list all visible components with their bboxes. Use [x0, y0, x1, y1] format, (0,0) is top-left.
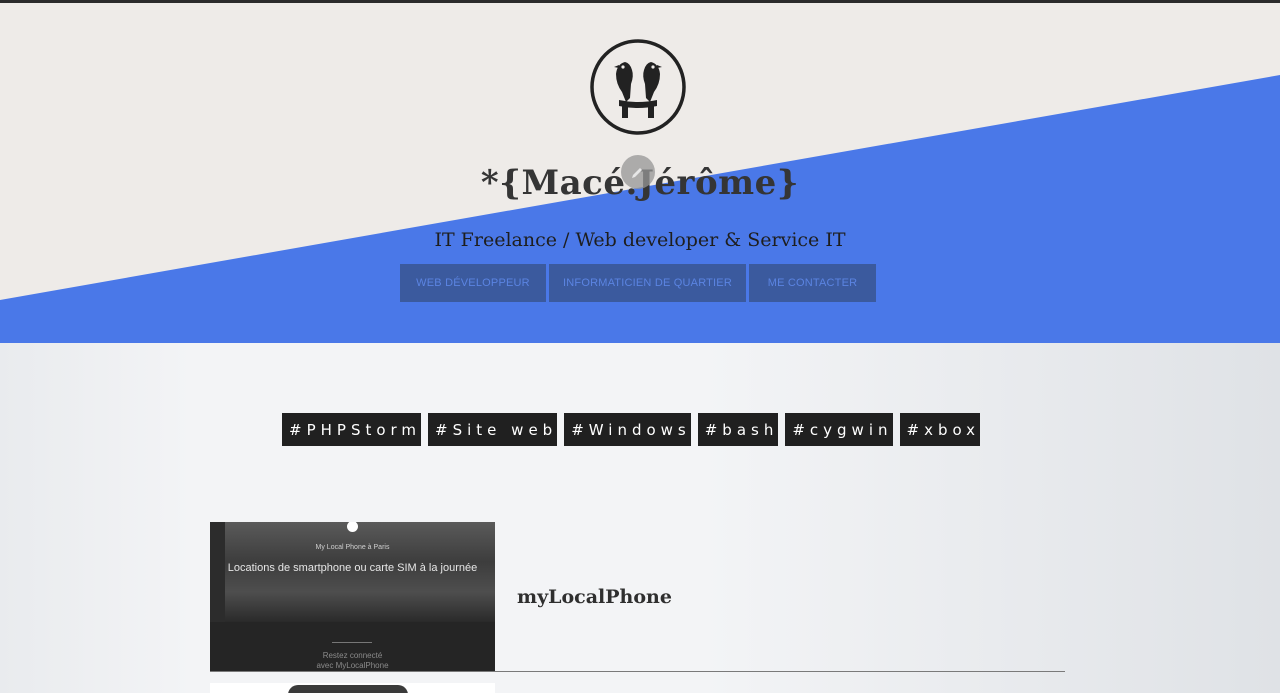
- project-card: My Local Phone à Paris Locations de smar…: [210, 522, 1065, 672]
- thumbnail-divider: [332, 642, 372, 643]
- project-thumbnail[interactable]: My Local Phone à Paris Locations de smar…: [210, 522, 495, 671]
- edit-button[interactable]: [621, 155, 655, 189]
- thumbnail-headline: Locations de smartphone ou carte SIM à l…: [227, 562, 478, 574]
- two-birds-logo-icon: [590, 39, 686, 135]
- thumbnail-footer-text: Restez connecté avec MyLocalPhone: [210, 651, 495, 671]
- tag-cygwin[interactable]: #cygwin: [785, 413, 893, 446]
- tag-bash[interactable]: #bash: [697, 413, 779, 446]
- next-thumbnail-device: [288, 685, 408, 693]
- tag-phpstorm[interactable]: #PHPStorm: [282, 413, 422, 446]
- site-logo[interactable]: [589, 38, 687, 136]
- nav-me-contacter[interactable]: Me contacter: [749, 264, 876, 302]
- main-nav: Web Développeur Informaticien de quartie…: [400, 264, 876, 302]
- tag-xbox[interactable]: #xbox: [899, 413, 981, 446]
- main-content: #PHPStorm #Site web #Windows #bash #cygw…: [0, 343, 1280, 693]
- tag-list: #PHPStorm #Site web #Windows #bash #cygw…: [282, 413, 981, 446]
- tag-site-web[interactable]: #Site web: [428, 413, 558, 446]
- pencil-icon: [632, 168, 642, 178]
- thumbnail-brand: My Local Phone à Paris: [315, 544, 390, 551]
- site-tagline: IT Freelance / Web developer & Service I…: [434, 229, 846, 251]
- nav-web-developpeur[interactable]: Web Développeur: [400, 264, 546, 302]
- hero-header: *{Macé.Jérôme} IT Freelance / Web develo…: [0, 3, 1280, 343]
- next-project-thumbnail[interactable]: [210, 683, 495, 693]
- thumbnail-footer-line1: Restez connecté: [322, 651, 383, 660]
- nav-informaticien-de-quartier[interactable]: Informaticien de quartier: [549, 264, 746, 302]
- project-title[interactable]: myLocalPhone: [517, 586, 672, 608]
- tag-windows[interactable]: #Windows: [564, 413, 691, 446]
- thumbnail-footer-line2: avec MyLocalPhone: [316, 661, 389, 670]
